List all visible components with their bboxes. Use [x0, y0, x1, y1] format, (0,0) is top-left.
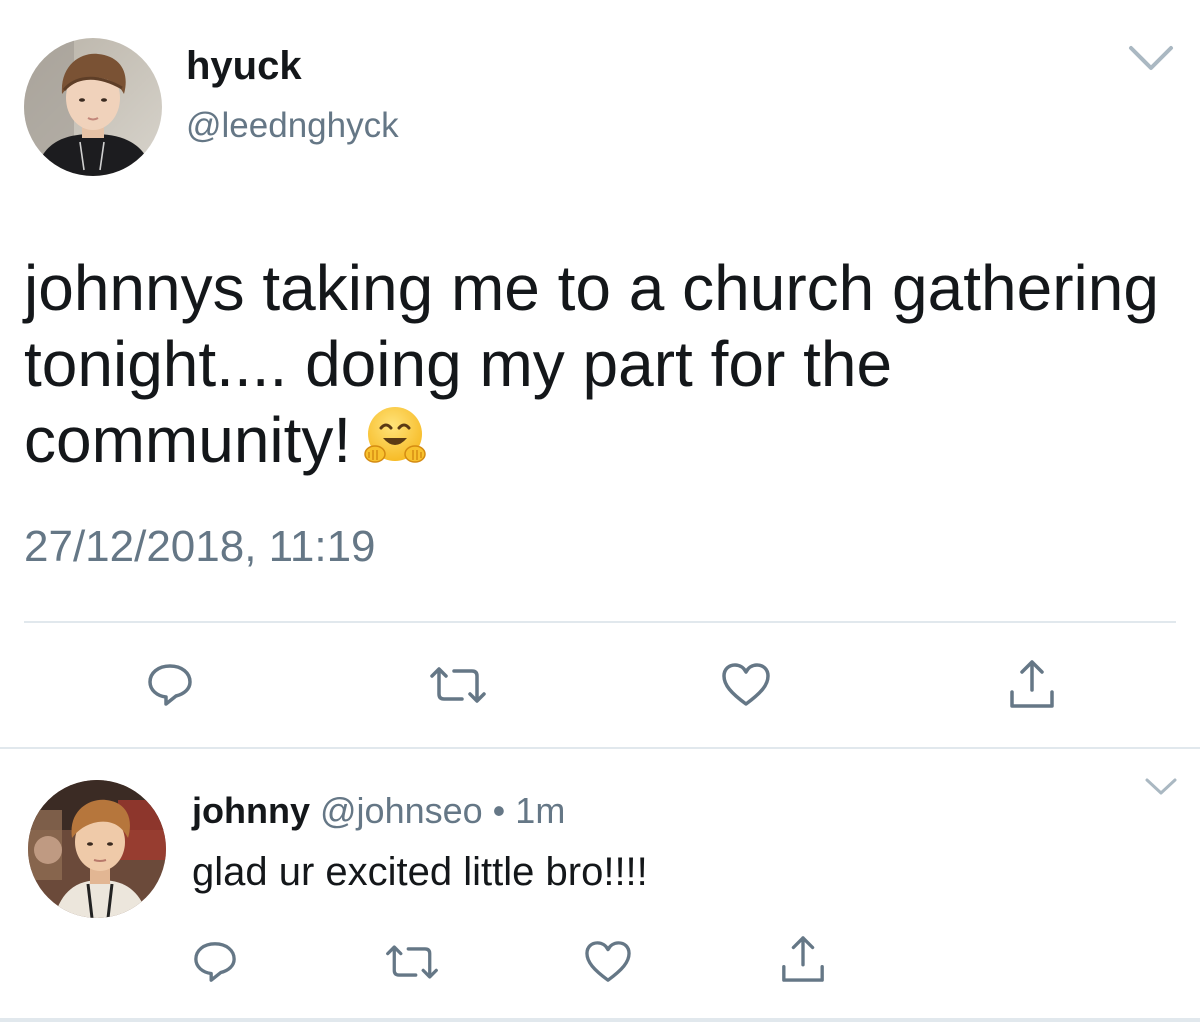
tweet-text-fragment: community!	[24, 404, 352, 476]
profile-photo	[24, 38, 162, 176]
chevron-down-icon[interactable]	[1144, 776, 1178, 798]
tweet-text-line: tonight.... doing my part for the	[24, 328, 893, 400]
user-handle[interactable]: @johnseo	[320, 790, 483, 831]
divider	[0, 747, 1200, 749]
reply-header: johnny @johnseo • 1m	[192, 790, 565, 832]
profile-photo	[28, 780, 166, 918]
tweet-text: johnnys taking me to a church gathering …	[24, 250, 1174, 478]
share-icon[interactable]	[1008, 658, 1056, 715]
tweet-text-line: johnnys taking me to a church gathering	[24, 252, 1159, 324]
separator-dot: •	[492, 790, 506, 831]
reply-time[interactable]: 1m	[515, 790, 565, 831]
user-handle[interactable]: @leednghyck	[186, 106, 399, 146]
hugging-face-emoji	[361, 402, 429, 470]
avatar[interactable]	[28, 780, 166, 918]
retweet-icon[interactable]	[428, 666, 488, 709]
like-icon[interactable]	[721, 662, 771, 713]
retweet-icon[interactable]	[384, 944, 440, 985]
like-icon[interactable]	[584, 940, 632, 989]
tweet-timestamp[interactable]: 27/12/2018, 11:19	[24, 522, 376, 572]
display-name[interactable]: hyuck	[186, 44, 302, 89]
tweet-text-line: community!	[24, 402, 1174, 478]
reply-text: glad ur excited little bro!!!!	[192, 850, 648, 894]
reply-icon[interactable]	[146, 662, 194, 713]
divider	[24, 621, 1176, 623]
avatar[interactable]	[24, 38, 162, 176]
display-name[interactable]: johnny	[192, 790, 310, 831]
reply-icon[interactable]	[192, 940, 238, 989]
chevron-down-icon[interactable]	[1128, 44, 1174, 74]
share-icon[interactable]	[780, 934, 826, 989]
divider	[0, 1018, 1200, 1022]
